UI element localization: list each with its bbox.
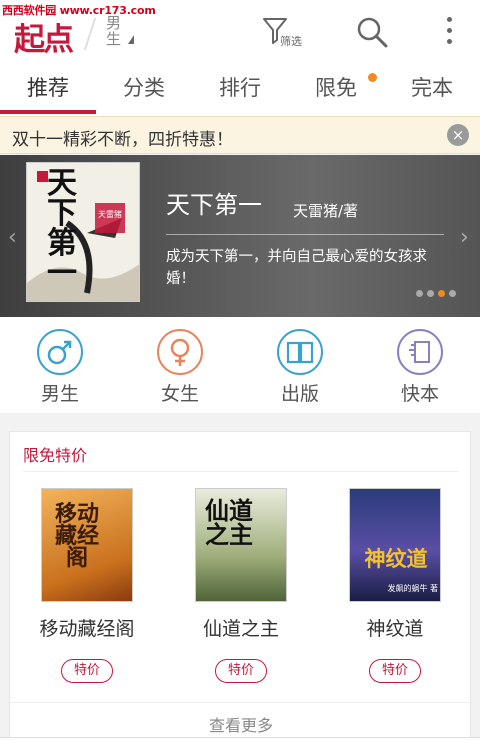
category-publish[interactable]: 出版 xyxy=(240,317,360,413)
category-label: 出版 xyxy=(280,383,319,405)
book-cover[interactable]: 移动藏经阁 xyxy=(41,488,133,602)
category-male[interactable]: 男生 xyxy=(0,317,120,413)
main-tabs: 推荐 分类 排行 限免 完本 xyxy=(0,62,480,116)
tab-free[interactable]: 限免 xyxy=(288,62,384,116)
section-title: 限免特价 xyxy=(23,446,88,465)
fastbook-icon xyxy=(397,329,443,375)
active-tab-indicator xyxy=(0,110,96,114)
notice-text: 双十一精彩不断，四折特惠！ xyxy=(12,130,233,150)
screen: { "watermark": "西西软件园 www.cr173.com", "h… xyxy=(0,0,480,750)
banner-pagination xyxy=(416,290,460,297)
tab-label: 完本 xyxy=(411,76,453,100)
banner-divider xyxy=(166,234,444,235)
more-menu-icon[interactable] xyxy=(442,14,456,50)
gender-switch-label[interactable]: 男生 xyxy=(106,15,124,47)
category-label: 男生 xyxy=(40,383,79,405)
search-button[interactable] xyxy=(355,15,389,49)
book-title: 神纹道 xyxy=(366,618,424,640)
promo-notice[interactable]: 双十一精彩不断，四折特惠！ xyxy=(0,116,480,154)
male-icon xyxy=(37,329,83,375)
cover-author: 发飙的蜗牛 著 xyxy=(387,584,438,593)
banner-book-description: 成为天下第一，并向自己最心爱的女孩求婚！ xyxy=(166,249,427,287)
tab-label: 分类 xyxy=(123,76,165,100)
special-price-badge[interactable]: 特价 xyxy=(369,659,421,683)
category-label: 女生 xyxy=(160,383,199,405)
page-dot[interactable] xyxy=(416,290,423,297)
close-icon[interactable]: × xyxy=(447,124,469,146)
cover-title: 天下第一 xyxy=(47,166,77,291)
banner-book-author: 天雷猪/著 xyxy=(293,202,359,220)
tab-label: 限免 xyxy=(315,76,357,100)
tab-recommend[interactable]: 推荐 xyxy=(0,62,96,116)
banner-next-icon[interactable]: › xyxy=(460,225,469,250)
book-title: 仙道之主 xyxy=(202,618,279,640)
special-price-badge[interactable]: 特价 xyxy=(215,659,267,683)
book-card[interactable]: 神纹道 发飙的蜗牛 著 神纹道 特价 xyxy=(320,488,470,683)
category-shortcuts: 男生 女生 出版 快本 xyxy=(0,317,480,413)
limited-offer-section: 限免特价 移动藏经阁 移动藏经阁 特价 仙道之主 仙道之主 特价 神纹道 发飙的… xyxy=(9,431,472,750)
book-cover[interactable]: 神纹道 发飙的蜗牛 著 xyxy=(349,488,441,602)
see-more-link[interactable]: 查看更多 xyxy=(10,702,472,736)
cover-author-badge: 天雷猪 xyxy=(98,210,122,219)
tab-label: 推荐 xyxy=(27,76,69,100)
tab-finished[interactable]: 完本 xyxy=(384,62,480,116)
tab-ranking[interactable]: 排行 xyxy=(192,62,288,116)
search-icon xyxy=(357,17,388,48)
category-female[interactable]: 女生 xyxy=(120,317,240,413)
filter-button[interactable]: 筛选 xyxy=(262,16,306,50)
banner-prev-icon[interactable]: ‹ xyxy=(8,225,17,250)
banner-book-title: 天下第一 xyxy=(166,191,262,219)
female-icon xyxy=(157,329,203,375)
category-fastbook[interactable]: 快本 xyxy=(360,317,480,413)
new-badge-dot xyxy=(368,73,377,82)
gender-dropdown-icon[interactable] xyxy=(128,35,134,44)
cover-title: 神纹道 xyxy=(364,546,428,571)
app-logo: 起点 xyxy=(14,22,74,58)
cover-title: 移动藏经阁 xyxy=(54,501,99,571)
book-card[interactable]: 仙道之主 仙道之主 特价 xyxy=(166,488,316,683)
bottom-nav-bar xyxy=(0,737,480,750)
featured-book-cover[interactable]: 天下第一 天雷猪 xyxy=(26,162,140,302)
filter-label: 筛选 xyxy=(280,35,302,48)
cover-title: 仙道之主 xyxy=(205,496,253,549)
category-label: 快本 xyxy=(400,383,439,405)
section-divider xyxy=(23,471,459,472)
page-dot[interactable] xyxy=(427,290,434,297)
watermark: 西西软件园 www.cr173.com xyxy=(2,4,156,17)
tab-category[interactable]: 分类 xyxy=(96,62,192,116)
tab-label: 排行 xyxy=(219,76,261,100)
book-title: 移动藏经阁 xyxy=(39,618,135,640)
book-cover[interactable]: 仙道之主 xyxy=(195,488,287,602)
page-dot-active[interactable] xyxy=(438,290,445,297)
special-price-badge[interactable]: 特价 xyxy=(61,659,113,683)
page-dot[interactable] xyxy=(449,290,456,297)
book-card[interactable]: 移动藏经阁 移动藏经阁 特价 xyxy=(12,488,162,683)
book-icon xyxy=(277,329,323,375)
logo-divider xyxy=(83,18,97,50)
